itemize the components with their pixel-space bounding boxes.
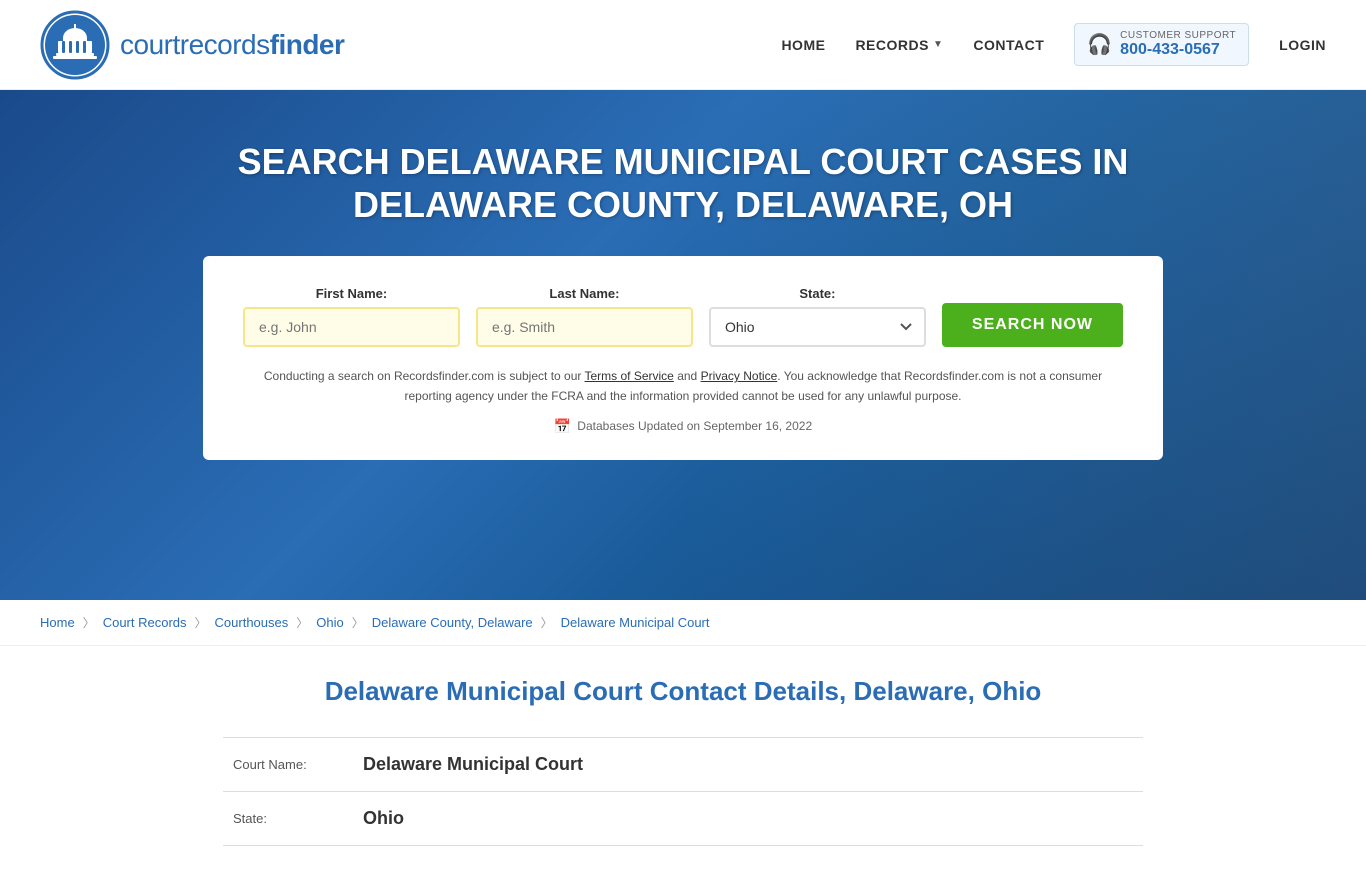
breadcrumb-sep-3: 〉: [296, 614, 308, 631]
court-name-row: Court Name: Delaware Municipal Court: [223, 738, 1143, 792]
page-heading: Delaware Municipal Court Contact Details…: [223, 676, 1143, 707]
breadcrumb-sep-4: 〉: [352, 614, 364, 631]
state-group: State: Ohio Alabama Alaska Arizona Calif…: [709, 286, 926, 347]
customer-support-box[interactable]: 🎧 CUSTOMER SUPPORT 800-433-0567: [1074, 23, 1249, 66]
breadcrumb-sep-2: 〉: [195, 614, 207, 631]
first-name-input[interactable]: [243, 307, 460, 347]
breadcrumb: Home 〉 Court Records 〉 Courthouses 〉 Ohi…: [0, 600, 1366, 646]
info-table: Court Name: Delaware Municipal Court Sta…: [223, 737, 1143, 846]
breadcrumb-sep-5: 〉: [541, 614, 553, 631]
nav-records-label: RECORDS: [855, 37, 929, 53]
court-name-value: Delaware Municipal Court: [363, 754, 583, 775]
support-info: CUSTOMER SUPPORT 800-433-0567: [1120, 30, 1236, 59]
state-info-label: State:: [233, 811, 353, 826]
site-header: courtrecordsfinder HOME RECORDS ▼ CONTAC…: [0, 0, 1366, 90]
state-label: State:: [709, 286, 926, 301]
logo[interactable]: courtrecordsfinder: [40, 10, 344, 80]
nav-home[interactable]: HOME: [781, 37, 825, 53]
db-updated: 📅 Databases Updated on September 16, 202…: [243, 418, 1123, 435]
support-label: CUSTOMER SUPPORT: [1120, 30, 1236, 41]
main-nav: HOME RECORDS ▼ CONTACT 🎧 CUSTOMER SUPPOR…: [781, 23, 1326, 66]
state-info-value: Ohio: [363, 808, 404, 829]
support-number: 800-433-0567: [1120, 41, 1236, 59]
hero-section: SEARCH DELAWARE MUNICIPAL COURT CASES IN…: [0, 90, 1366, 600]
last-name-group: Last Name:: [476, 286, 693, 347]
privacy-link[interactable]: Privacy Notice: [701, 369, 778, 383]
logo-text: courtrecordsfinder: [120, 29, 344, 61]
court-name-label: Court Name:: [233, 757, 353, 772]
state-select[interactable]: Ohio Alabama Alaska Arizona California F…: [709, 307, 926, 347]
breadcrumb-sep-1: 〉: [83, 614, 95, 631]
main-content: Delaware Municipal Court Contact Details…: [203, 646, 1163, 886]
first-name-label: First Name:: [243, 286, 460, 301]
calendar-icon: 📅: [554, 418, 571, 435]
search-button[interactable]: SEARCH NOW: [942, 303, 1123, 347]
last-name-input[interactable]: [476, 307, 693, 347]
breadcrumb-courthouses[interactable]: Courthouses: [215, 615, 289, 630]
breadcrumb-delaware-county[interactable]: Delaware County, Delaware: [372, 615, 533, 630]
logo-text-finder: finder: [270, 29, 345, 60]
headset-icon: 🎧: [1087, 32, 1112, 57]
breadcrumb-current: Delaware Municipal Court: [561, 615, 710, 630]
breadcrumb-court-records[interactable]: Court Records: [103, 615, 187, 630]
hero-title: SEARCH DELAWARE MUNICIPAL COURT CASES IN…: [233, 140, 1133, 226]
chevron-down-icon: ▼: [933, 39, 943, 50]
breadcrumb-ohio[interactable]: Ohio: [316, 615, 343, 630]
logo-icon: [40, 10, 110, 80]
search-box: First Name: Last Name: State: Ohio Alaba…: [203, 256, 1163, 459]
search-fields: First Name: Last Name: State: Ohio Alaba…: [243, 286, 1123, 347]
first-name-group: First Name:: [243, 286, 460, 347]
nav-records[interactable]: RECORDS ▼: [855, 37, 943, 53]
db-updated-text: Databases Updated on September 16, 2022: [577, 419, 812, 433]
disclaimer-text: Conducting a search on Recordsfinder.com…: [243, 367, 1123, 405]
last-name-label: Last Name:: [476, 286, 693, 301]
breadcrumb-home[interactable]: Home: [40, 615, 75, 630]
state-row: State: Ohio: [223, 792, 1143, 846]
logo-text-court: courtrecords: [120, 29, 270, 60]
nav-login[interactable]: LOGIN: [1279, 37, 1326, 53]
terms-link[interactable]: Terms of Service: [585, 369, 674, 383]
nav-contact[interactable]: CONTACT: [973, 37, 1044, 53]
